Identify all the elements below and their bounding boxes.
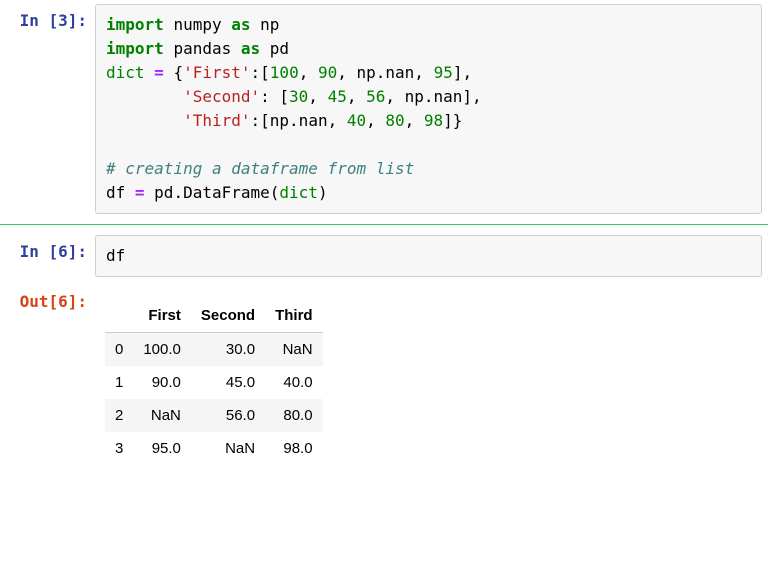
op-assign: = bbox=[125, 183, 154, 202]
col-third: Third bbox=[265, 299, 323, 333]
output-area: First Second Third 0 100.0 30.0 NaN 1 90… bbox=[95, 285, 768, 465]
str-second: 'Second' bbox=[183, 87, 260, 106]
call-dataframe: pd.DataFrame( bbox=[154, 183, 279, 202]
str-first: 'First' bbox=[183, 63, 250, 82]
alias-np: np bbox=[260, 15, 279, 34]
output-prompt: Out[6]: bbox=[0, 285, 95, 311]
alias-pd: pd bbox=[270, 39, 289, 58]
row-index: 3 bbox=[105, 432, 133, 465]
cell-value: 98.0 bbox=[265, 432, 323, 465]
cell-value: 30.0 bbox=[191, 333, 265, 367]
cell-value: NaN bbox=[265, 333, 323, 367]
arg-dict: dict bbox=[279, 183, 318, 202]
row-index: 0 bbox=[105, 333, 133, 367]
cell-value: 45.0 bbox=[191, 366, 265, 399]
code-cell-1: In [3]: import numpy as np import pandas… bbox=[0, 0, 768, 218]
keyword-import: import bbox=[106, 15, 164, 34]
row-index: 2 bbox=[105, 399, 133, 432]
name-dict: dict bbox=[106, 63, 145, 82]
cell-value: 95.0 bbox=[133, 432, 191, 465]
table-row: 3 95.0 NaN 98.0 bbox=[105, 432, 323, 465]
cell-1-code[interactable]: import numpy as np import pandas as pd d… bbox=[95, 4, 762, 214]
str-third: 'Third' bbox=[183, 111, 250, 130]
name-df: df bbox=[106, 183, 125, 202]
row-index: 1 bbox=[105, 366, 133, 399]
cell-value: 40.0 bbox=[265, 366, 323, 399]
col-second: Second bbox=[191, 299, 265, 333]
cell-value: 56.0 bbox=[191, 399, 265, 432]
cell-divider bbox=[0, 224, 768, 225]
expr-df: df bbox=[106, 246, 125, 265]
cell-value: 100.0 bbox=[133, 333, 191, 367]
cell-1-prompt: In [3]: bbox=[0, 4, 95, 30]
col-first: First bbox=[133, 299, 191, 333]
code-cell-2: In [6]: df bbox=[0, 231, 768, 281]
table-row: 0 100.0 30.0 NaN bbox=[105, 333, 323, 367]
cell-2-prompt: In [6]: bbox=[0, 235, 95, 261]
table-row: 1 90.0 45.0 40.0 bbox=[105, 366, 323, 399]
output-cell: Out[6]: First Second Third 0 100.0 30.0 … bbox=[0, 281, 768, 469]
col-index bbox=[105, 299, 133, 333]
op-assign: = bbox=[145, 63, 174, 82]
brace-open: { bbox=[173, 63, 183, 82]
cell-value: 90.0 bbox=[133, 366, 191, 399]
module-pandas: pandas bbox=[173, 39, 231, 58]
table-row: 2 NaN 56.0 80.0 bbox=[105, 399, 323, 432]
module-numpy: numpy bbox=[173, 15, 221, 34]
dataframe-table: First Second Third 0 100.0 30.0 NaN 1 90… bbox=[105, 299, 323, 465]
cell-2-code[interactable]: df bbox=[95, 235, 762, 277]
table-header-row: First Second Third bbox=[105, 299, 323, 333]
cell-value: NaN bbox=[191, 432, 265, 465]
keyword-import: import bbox=[106, 39, 164, 58]
keyword-as: as bbox=[231, 15, 250, 34]
keyword-as: as bbox=[241, 39, 260, 58]
cell-value: NaN bbox=[133, 399, 191, 432]
comment-line: # creating a dataframe from list bbox=[106, 159, 414, 178]
cell-value: 80.0 bbox=[265, 399, 323, 432]
